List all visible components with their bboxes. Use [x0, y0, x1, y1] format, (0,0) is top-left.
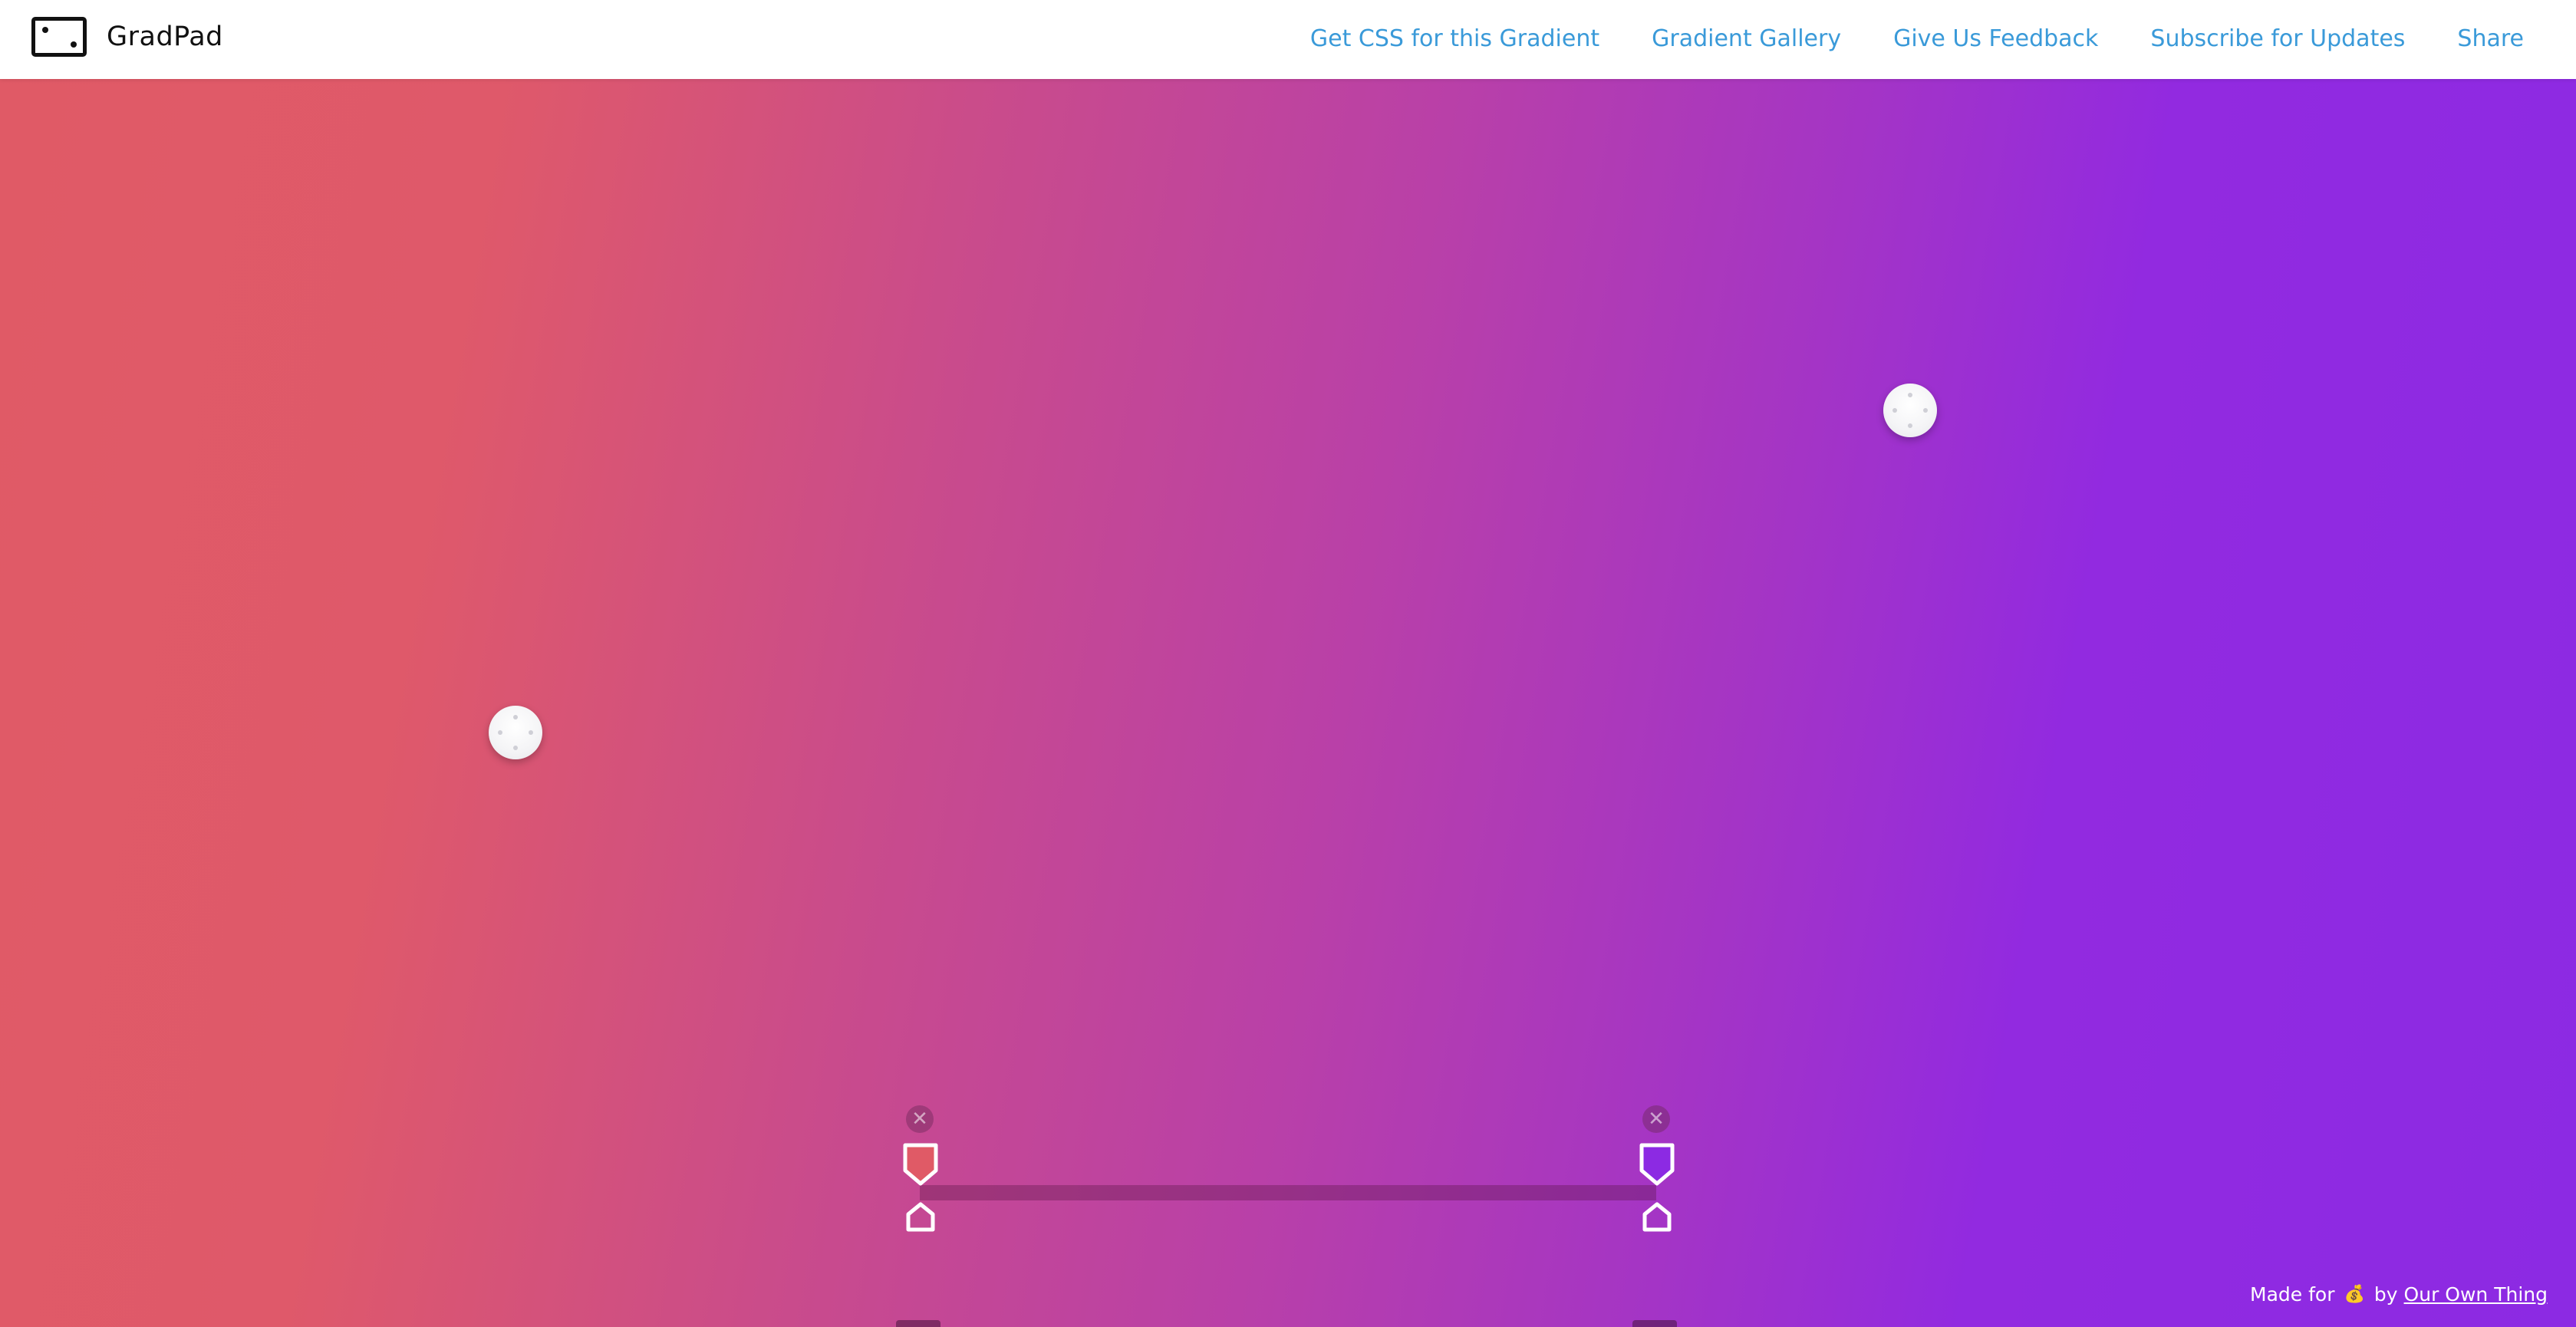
remove-stop-right-close-icon[interactable]: ✕	[1642, 1105, 1670, 1133]
position-stop-left-house-icon[interactable]	[902, 1200, 939, 1234]
top-navigation-bar: GradPad Get CSS for this Gradient Gradie…	[0, 0, 2576, 79]
handle-dot	[498, 730, 502, 735]
logo-icon	[31, 17, 87, 57]
color-stop-right-shield-icon[interactable]	[1638, 1141, 1676, 1187]
gradient-end-handle[interactable]	[1883, 384, 1937, 437]
nav-link-subscribe[interactable]: Subscribe for Updates	[2150, 25, 2405, 52]
stop-right-value: 100	[1632, 1320, 1677, 1327]
money-bag-icon: 💰	[2344, 1285, 2365, 1304]
position-stop-right-outline	[1642, 1202, 1672, 1232]
footer-link-our-own-thing[interactable]: Our Own Thing	[2404, 1283, 2548, 1306]
app-name: GradPad	[107, 21, 223, 52]
color-stop-track[interactable]	[920, 1185, 1656, 1200]
handle-dot	[529, 730, 533, 735]
color-stop-left-fill	[903, 1143, 938, 1186]
color-stop-right-fill	[1639, 1143, 1675, 1186]
handle-dot	[1923, 408, 1928, 413]
position-stop-left-outline	[906, 1202, 935, 1232]
handle-dot	[513, 746, 518, 750]
footer-made-for: Made for	[2250, 1283, 2335, 1306]
gradient-canvas[interactable]: ✕ 100 ✕ ✕ 100 ✕	[0, 79, 2576, 1327]
logo-dot	[71, 41, 77, 48]
handle-dot	[1908, 393, 1912, 397]
nav-links: Get CSS for this Gradient Gradient Galle…	[1310, 0, 2576, 77]
nav-link-feedback[interactable]: Give Us Feedback	[1893, 25, 2098, 52]
remove-stop-left-close-icon[interactable]: ✕	[906, 1105, 934, 1133]
stop-left-value: 100	[896, 1320, 940, 1327]
color-stop-left-shield-icon[interactable]	[901, 1141, 940, 1187]
logo[interactable]: GradPad	[31, 17, 223, 57]
gradient-start-handle[interactable]	[489, 706, 542, 759]
position-stop-right-house-icon[interactable]	[1639, 1200, 1675, 1234]
nav-link-share[interactable]: Share	[2457, 25, 2524, 52]
logo-dot	[42, 27, 48, 33]
footer-by: by	[2373, 1283, 2398, 1306]
handle-dot	[1892, 408, 1897, 413]
nav-link-get-css[interactable]: Get CSS for this Gradient	[1310, 25, 1599, 52]
handle-dot	[513, 715, 518, 719]
footer-credit: Made for 💰 by Our Own Thing	[2250, 1283, 2548, 1306]
nav-link-gradient-gallery[interactable]: Gradient Gallery	[1652, 25, 1841, 52]
handle-dot	[1908, 423, 1912, 428]
